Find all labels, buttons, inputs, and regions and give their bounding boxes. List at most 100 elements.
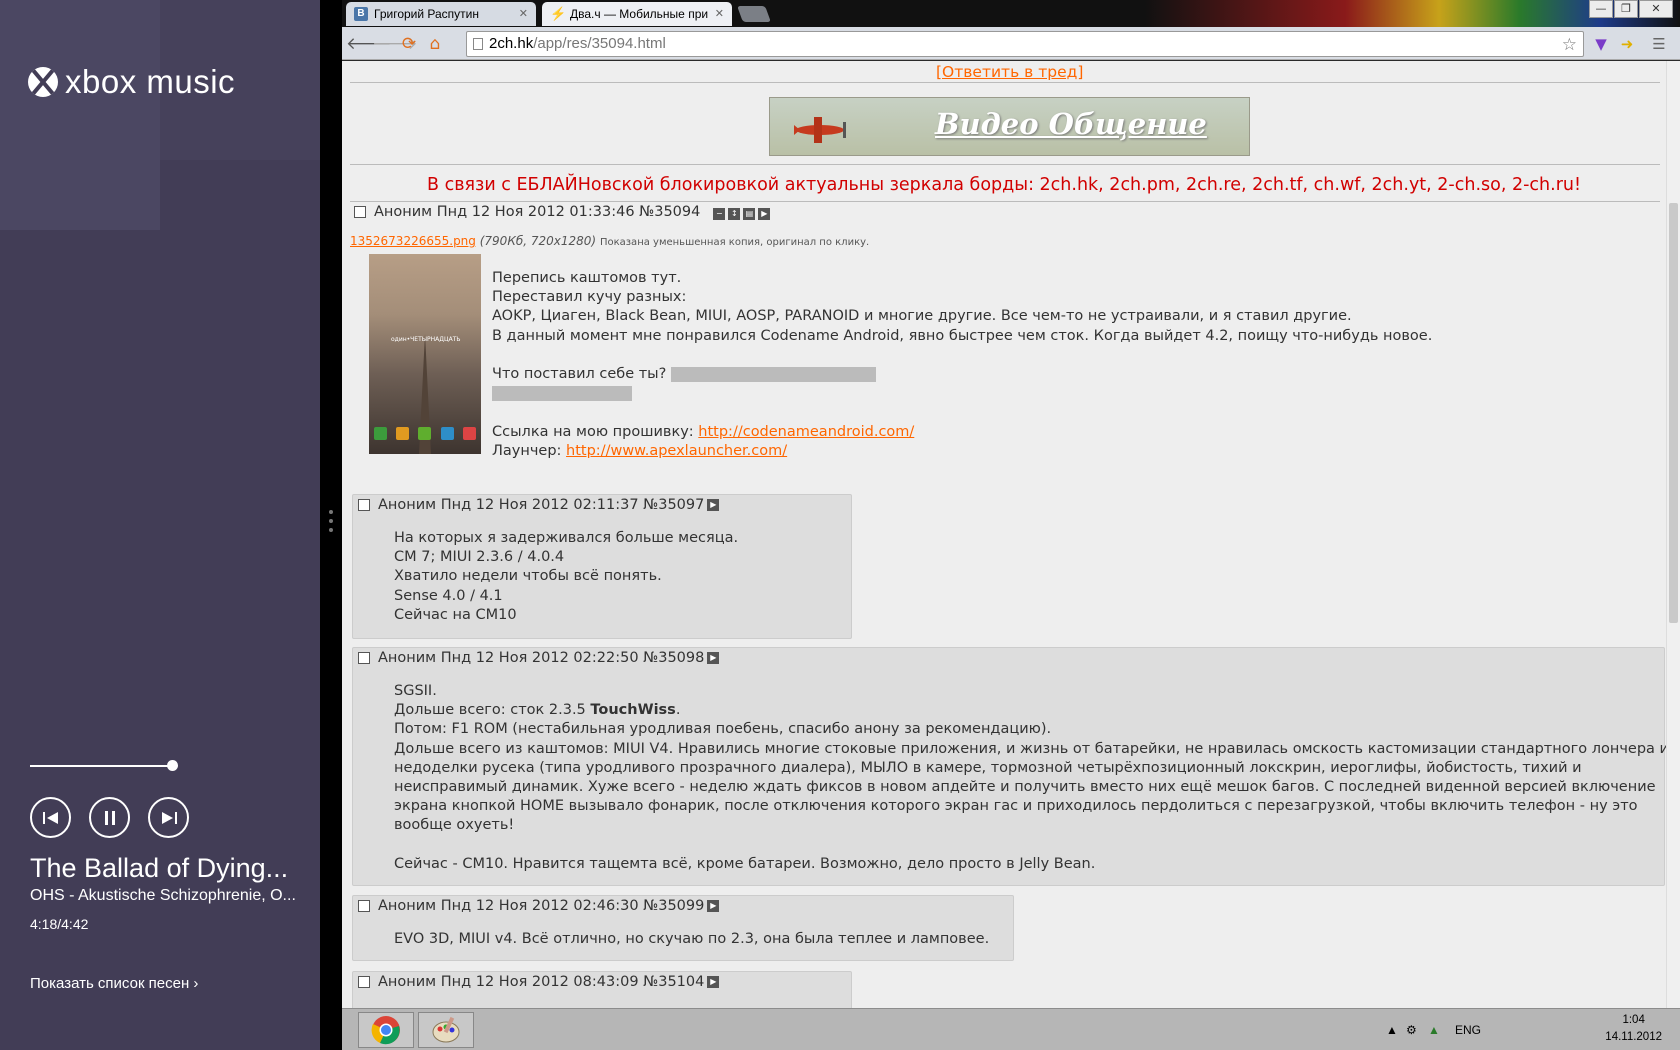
app-icon (396, 426, 410, 440)
xbox-music-sidebar: xbox music The Ballad of Dying... OHS - … (0, 0, 320, 1050)
browser-window: В Григорий Распутин ✕ ⚡ Два.ч — Мобильны… (342, 0, 1680, 1008)
url-path: /app/res/35094.html (533, 35, 666, 52)
app-logo: xbox music (28, 63, 235, 101)
post-meta: Аноним Пнд 12 Ноя 2012 02:11:37 №35097 (378, 497, 705, 513)
tab-strip: В Григорий Распутин ✕ ⚡ Два.ч — Мобильны… (342, 0, 1680, 27)
post-line: Переставил кучу разных: (492, 289, 687, 306)
page-icon (473, 38, 483, 50)
restore-button[interactable]: ❐ (1614, 0, 1638, 18)
next-button[interactable] (148, 797, 189, 838)
launcher-link[interactable]: http://www.apexlauncher.com/ (566, 443, 787, 459)
snap-splitter[interactable] (320, 0, 342, 1050)
post-checkbox[interactable] (358, 652, 370, 664)
page-content: [Ответить в тред] Видео Общение В связи … (342, 61, 1680, 1008)
google-drive-icon[interactable]: ▲ (1428, 1009, 1440, 1050)
reply-to-thread-link[interactable]: [Ответить в тред] (936, 63, 1083, 81)
app-icon (440, 426, 454, 440)
close-window-button[interactable]: ✕ (1639, 0, 1673, 18)
menu-icon[interactable]: ☰ (1648, 33, 1670, 55)
reply-header: Аноним Пнд 12 Ноя 2012 02:11:37 №35097 ▶ (358, 497, 720, 513)
post-checkbox[interactable] (358, 900, 370, 912)
expand-icon[interactable]: ↕ (728, 208, 741, 220)
firmware-label: Ссылка на мою прошивку: (492, 423, 699, 440)
file-link[interactable]: 1352673226655.png (350, 234, 476, 248)
op-post-header: Аноним Пнд 12 Ноя 2012 01:33:46 №35094 −… (354, 204, 771, 220)
post-checkbox[interactable] (358, 976, 370, 988)
reply-body: SGSII. Дольше всего: сток 2.3.5 TouchWis… (394, 683, 1669, 872)
tab-label: Два.ч — Мобильные при (570, 7, 709, 21)
post-checkbox[interactable] (358, 499, 370, 511)
bold-word: TouchWiss (590, 702, 676, 719)
reply-header: Аноним Пнд 12 Ноя 2012 02:22:50 №35098 ▶ (358, 650, 720, 666)
banner-text: Видео Общение (935, 107, 1207, 141)
tab-close-icon[interactable]: ✕ (715, 7, 724, 20)
tab-2ch[interactable]: ⚡ Два.ч — Мобильные при ✕ (542, 2, 732, 26)
op-post-body: Перепись каштомов тут. Переставил кучу р… (492, 269, 1432, 461)
paint-icon (432, 1016, 460, 1043)
tab-label: Григорий Распутин (374, 7, 480, 21)
address-bar[interactable]: 2ch.hk/app/res/35094.html ☆ (466, 31, 1584, 57)
reload-icon[interactable]: ⟳ (398, 33, 420, 55)
extension-icon[interactable]: ▼ (1590, 33, 1612, 55)
tab-close-icon[interactable]: ✕ (519, 7, 528, 20)
page-scrollbar[interactable] (1666, 61, 1680, 1008)
reply-arrow-icon[interactable]: ▶ (707, 499, 720, 511)
mirror-notice: В связи с ЕБЛАЙНовской блокировкой актуа… (427, 175, 1581, 195)
tab-vk[interactable]: В Григорий Распутин ✕ (346, 2, 536, 26)
firmware-link[interactable]: http://codenameandroid.com/ (698, 424, 914, 440)
pause-button[interactable] (89, 797, 130, 838)
progress-knob[interactable] (167, 760, 179, 771)
spoiler-block[interactable] (492, 385, 632, 401)
splitter-grip-icon (329, 510, 333, 537)
post-checkbox[interactable] (354, 206, 366, 218)
home-icon[interactable]: ⌂ (424, 33, 446, 55)
post-meta: Аноним Пнд 12 Ноя 2012 02:22:50 №35098 (378, 650, 705, 666)
steam-icon[interactable]: ⚙ (1406, 1009, 1417, 1050)
back-icon[interactable]: 🡐 (346, 33, 392, 55)
xbox-icon (28, 67, 58, 97)
file-meta: (790Кб, 720x1280) (479, 234, 597, 248)
file-note: Показана уменьшенная копия, оригинал по … (599, 237, 870, 248)
taskbar-chrome-button[interactable] (358, 1012, 414, 1048)
taskbar: ▲ ⚙ ▲ ENG 1:04 14.11.2012 (342, 1008, 1680, 1050)
ad-banner[interactable]: Видео Общение (769, 97, 1250, 156)
taskbar-paint-button[interactable] (418, 1012, 474, 1048)
show-hidden-icons[interactable]: ▲ (1386, 1009, 1398, 1050)
divider (350, 201, 1660, 202)
thumb-caption: один•ЧЕТЫРНАДЦАТЬ (391, 336, 461, 343)
report-icon[interactable]: ▤ (743, 208, 756, 220)
2ch-favicon-icon: ⚡ (550, 6, 567, 21)
reply-arrow-icon[interactable]: ▶ (707, 976, 720, 988)
hide-icon[interactable]: − (713, 208, 726, 220)
post-meta: Аноним Пнд 12 Ноя 2012 08:43:09 №35104 (378, 974, 705, 990)
post-thumbnail[interactable]: один•ЧЕТЫРНАДЦАТЬ (369, 254, 481, 454)
previous-icon (42, 811, 58, 824)
clock[interactable]: 1:04 14.11.2012 (1605, 1012, 1662, 1046)
reply-body: На которых я задерживался больше месяца.… (394, 530, 739, 623)
bookmark-star-icon[interactable]: ☆ (1562, 33, 1577, 57)
song-title: The Ballad of Dying... (30, 853, 289, 883)
next-icon (161, 811, 177, 824)
divider (350, 164, 1660, 165)
reply-arrow-icon[interactable]: ▶ (707, 900, 720, 912)
reply-arrow-icon[interactable]: ▶ (707, 652, 720, 664)
pause-icon (104, 810, 115, 825)
progress-bar[interactable] (30, 765, 173, 767)
reply-body: EVO 3D, MIUI v4. Всё отлично, но скучаю … (394, 931, 990, 947)
minimize-button[interactable]: — (1589, 0, 1613, 18)
reply-arrow-icon[interactable]: ▶ (758, 208, 771, 220)
forward-icon[interactable]: 🡒 (372, 33, 418, 55)
extension-icon[interactable]: ➜ (1616, 33, 1638, 55)
phone-icon (373, 426, 387, 440)
language-indicator[interactable]: ENG (1455, 1009, 1481, 1050)
new-tab-button[interactable] (737, 6, 771, 22)
divider (350, 82, 1660, 83)
background-shape (0, 0, 160, 230)
app-icon (418, 426, 432, 440)
previous-button[interactable] (30, 797, 71, 838)
post-actions: − ↕ ▤ ▶ (710, 204, 771, 220)
scrollbar-thumb[interactable] (1669, 203, 1678, 623)
show-song-list-link[interactable]: Показать список песен › (30, 975, 198, 992)
spoiler-block[interactable] (670, 366, 876, 382)
reply-header: Аноним Пнд 12 Ноя 2012 02:46:30 №35099 ▶ (358, 898, 720, 914)
